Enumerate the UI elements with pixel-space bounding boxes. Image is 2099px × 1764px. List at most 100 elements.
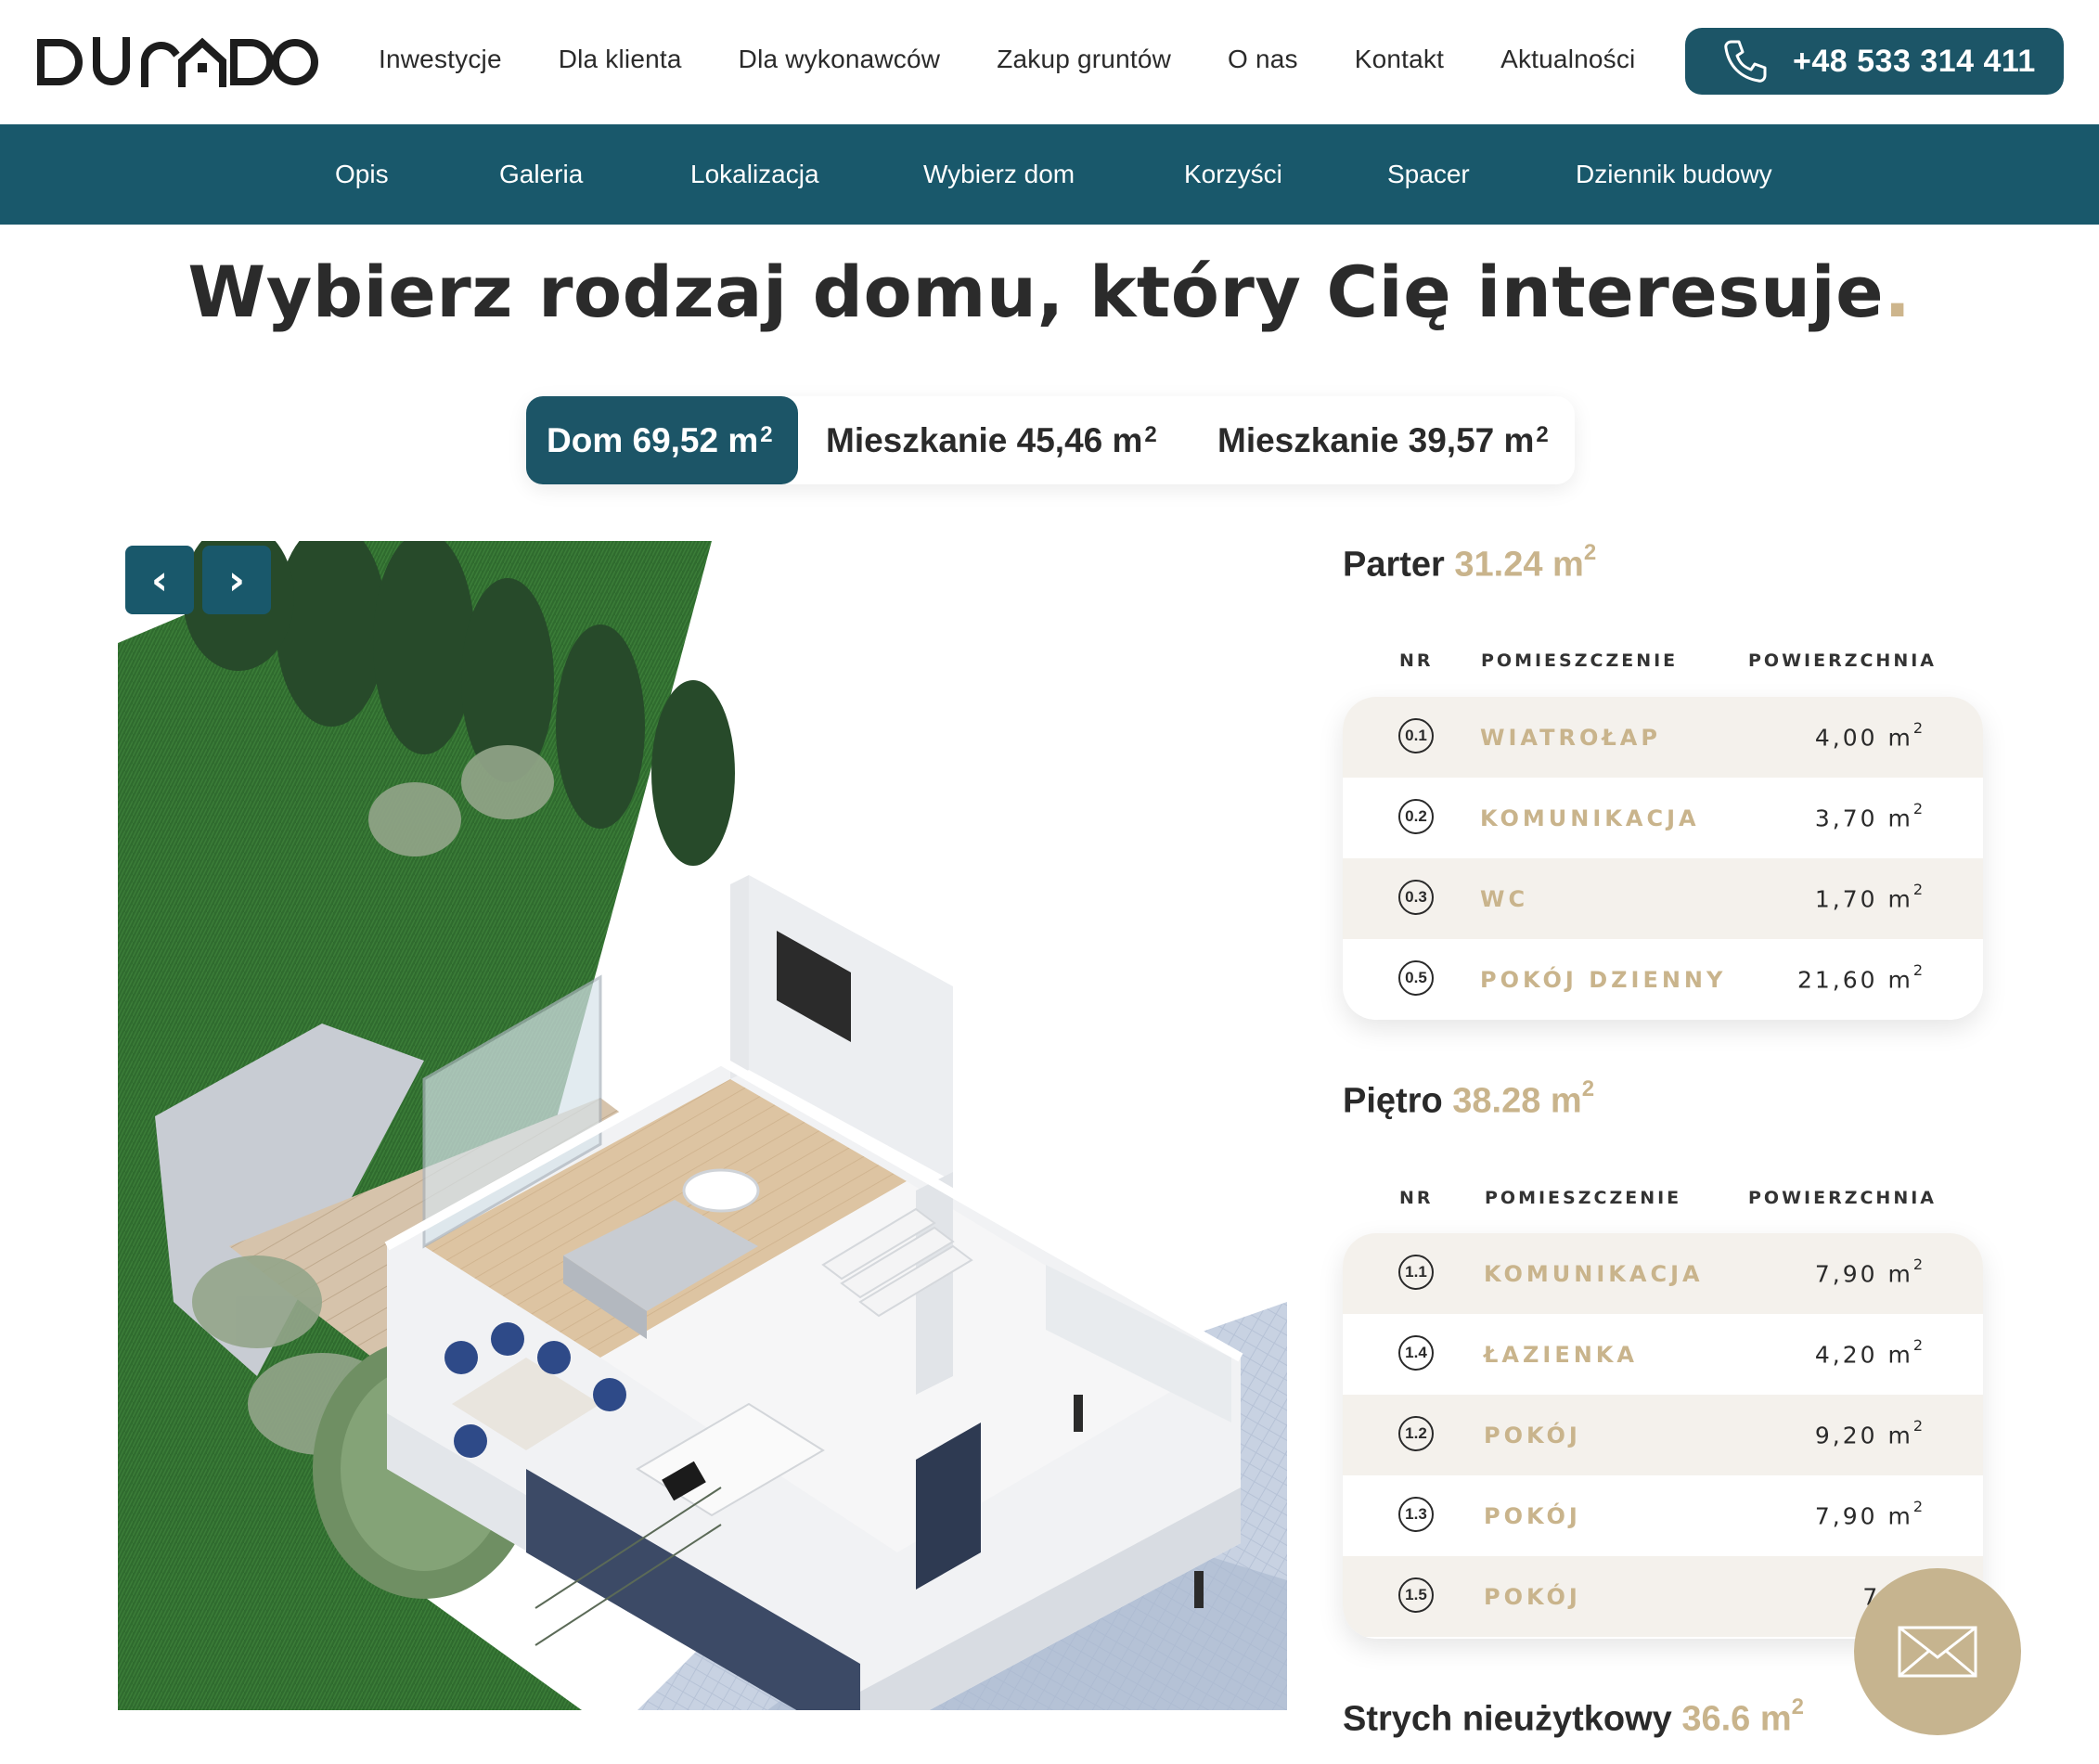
room-area-sup: 2 [1912, 1417, 1925, 1435]
nav-dla-wykonawcow[interactable]: Dla wykonawców [739, 45, 941, 74]
nav-aktualnosci[interactable]: Aktualności [1500, 45, 1635, 74]
floor-name: Parter [1343, 545, 1445, 585]
room-name: KOMUNIKACJA [1484, 1261, 1704, 1287]
phone-button[interactable]: +48 533 314 411 [1685, 28, 2064, 95]
room-area-sup: 2 [1912, 800, 1925, 818]
room-number: 0.1 [1398, 718, 1434, 753]
room-number: 1.3 [1398, 1497, 1434, 1532]
subnav-galeria[interactable]: Galeria [499, 160, 583, 189]
gallery-prev-button[interactable]: ‹ [125, 546, 194, 614]
table-row: 0.5 POKÓJ DZIENNY 21,60 m2 [1343, 939, 1983, 1020]
envelope-icon [1898, 1626, 1977, 1678]
room-name: POKÓJ [1484, 1423, 1581, 1449]
tab-label: Mieszkanie 39,57 m [1217, 420, 1535, 459]
room-area-value: 9,20 m [1814, 1422, 1913, 1449]
room-area: 21,60 m2 [1796, 961, 1925, 994]
site-header: Inwestycje Dla klienta Dla wykonawców Za… [0, 0, 2099, 124]
subnav-dziennik-budowy[interactable]: Dziennik budowy [1576, 160, 1772, 189]
tab-dom-69[interactable]: Dom 69,52 m2 [526, 396, 798, 484]
page-title: Wybierz rodzaj domu, który Cię interesuj… [0, 251, 2099, 333]
nav-o-nas[interactable]: O nas [1228, 45, 1298, 74]
table-row: 0.1 WIATROŁAP 4,00 m2 [1343, 697, 1983, 778]
room-area-sup: 2 [1912, 1255, 1925, 1273]
floor-title-parter: Parter 31.24 m2 [1343, 540, 1596, 586]
room-area-sup: 2 [1912, 1336, 1925, 1354]
floor-area-sup: 2 [1791, 1694, 1804, 1719]
room-area-value: 3,70 m [1814, 805, 1913, 832]
phone-number: +48 533 314 411 [1793, 43, 2036, 79]
subnav-korzysci[interactable]: Korzyści [1184, 160, 1282, 189]
room-area: 4,00 m2 [1814, 719, 1925, 752]
room-name: KOMUNIKACJA [1480, 805, 1700, 831]
nav-zakup-gruntow[interactable]: Zakup gruntów [997, 45, 1171, 74]
col-header-area: POWIERZCHNIA [1748, 1188, 1938, 1208]
tab-label: Dom 69,52 m [547, 420, 759, 459]
room-area: 7,90 m2 [1814, 1498, 1925, 1530]
table-row: 1.1 KOMUNIKACJA 7,90 m2 [1343, 1233, 1983, 1314]
room-number: 0.3 [1398, 880, 1434, 915]
col-header-nr: NR [1399, 1188, 1434, 1208]
room-area-value: 1,70 m [1814, 885, 1913, 913]
room-number: 0.5 [1398, 960, 1434, 996]
table-row: 1.3 POKÓJ 7,90 m2 [1343, 1475, 1983, 1556]
house-type-tabs: Dom 69,52 m2 Mieszkanie 45,46 m2 Mieszka… [526, 396, 1575, 484]
room-area-value: 7,90 m [1814, 1260, 1913, 1288]
room-number: 1.2 [1398, 1416, 1434, 1451]
col-header-area: POWIERZCHNIA [1748, 650, 1938, 671]
room-name: POKÓJ [1484, 1584, 1581, 1610]
room-name: ŁAZIENKA [1484, 1342, 1638, 1368]
tab-sup: 2 [760, 421, 773, 447]
floor-name: Piętro [1343, 1081, 1443, 1121]
room-area-sup: 2 [1912, 1498, 1925, 1515]
room-name: WIATROŁAP [1480, 725, 1661, 751]
tab-label: Mieszkanie 45,46 m [826, 420, 1143, 459]
floor-name: Strych nieużytkowy [1343, 1699, 1672, 1739]
col-header-nr: NR [1399, 650, 1434, 671]
room-area-value: 7,90 m [1814, 1502, 1913, 1530]
page-title-text: Wybierz rodzaj domu, który Cię interesuj… [187, 251, 1885, 333]
nav-kontakt[interactable]: Kontakt [1355, 45, 1444, 74]
floor-area: 31.24 m [1454, 545, 1584, 585]
phone-icon [1724, 40, 1767, 83]
floor-title-pietro: Piętro 38.28 m2 [1343, 1076, 1594, 1122]
subnav-opis[interactable]: Opis [335, 160, 389, 189]
room-area: 9,20 m2 [1814, 1417, 1925, 1449]
col-header-room: POMIESZCZENIE [1485, 1188, 1682, 1208]
col-header-room: POMIESZCZENIE [1481, 650, 1679, 671]
room-number: 1.4 [1398, 1335, 1434, 1371]
room-table-parter: 0.1 WIATROŁAP 4,00 m2 0.2 KOMUNIKACJA 3,… [1343, 697, 1983, 1020]
table-row: 0.2 KOMUNIKACJA 3,70 m2 [1343, 778, 1983, 858]
floor-area: 36.6 m [1681, 1699, 1792, 1739]
contact-mail-button[interactable] [1854, 1568, 2021, 1735]
gallery-next-button[interactable]: › [202, 546, 271, 614]
floor-area-sup: 2 [1581, 1076, 1595, 1101]
room-area-sup: 2 [1912, 719, 1925, 737]
tab-mieszkanie-45[interactable]: Mieszkanie 45,46 m2 [826, 396, 1157, 484]
room-area: 3,70 m2 [1814, 800, 1925, 832]
floor-area: 38.28 m [1452, 1081, 1582, 1121]
room-name: POKÓJ [1484, 1503, 1581, 1529]
room-area-value: 4,00 m [1814, 724, 1913, 752]
tab-sup: 2 [1536, 421, 1549, 447]
room-area: 7,90 m2 [1814, 1255, 1925, 1288]
subnav-wybierz-dom[interactable]: Wybierz dom [923, 160, 1075, 189]
durado-logo[interactable] [35, 35, 319, 89]
table-row: 1.4 ŁAZIENKA 4,20 m2 [1343, 1314, 1983, 1395]
room-area-sup: 2 [1912, 961, 1925, 979]
room-area-value: 21,60 m [1796, 966, 1913, 994]
subnav-spacer[interactable]: Spacer [1387, 160, 1470, 189]
tab-mieszkanie-39[interactable]: Mieszkanie 39,57 m2 [1217, 396, 1549, 484]
nav-inwestycje[interactable]: Inwestycje [379, 45, 502, 74]
floor-area-sup: 2 [1583, 540, 1597, 565]
isometric-house-illustration [118, 541, 1287, 1710]
room-name: WC [1480, 886, 1529, 912]
room-area: 1,70 m2 [1814, 881, 1925, 913]
table-row: 0.3 WC 1,70 m2 [1343, 858, 1983, 939]
subnav-lokalizacja[interactable]: Lokalizacja [690, 160, 819, 189]
room-number: 1.5 [1398, 1577, 1434, 1613]
house-render-image [118, 541, 1287, 1710]
floor-title-strych: Strych nieużytkowy 36.6 m2 [1343, 1694, 1804, 1740]
nav-dla-klienta[interactable]: Dla klienta [559, 45, 682, 74]
room-name: POKÓJ DZIENNY [1480, 967, 1727, 993]
room-number: 0.2 [1398, 799, 1434, 834]
